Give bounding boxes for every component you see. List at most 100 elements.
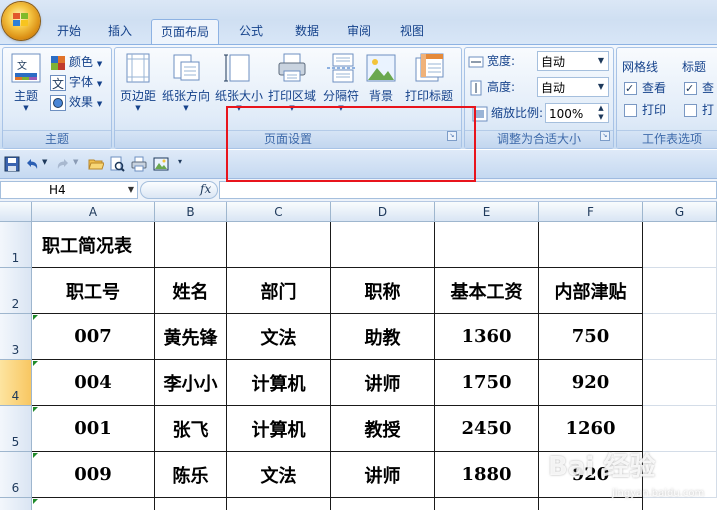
open-folder-icon[interactable] xyxy=(88,156,104,172)
cell-a2[interactable]: 职工号 xyxy=(32,268,155,314)
cell-d6[interactable]: 讲师 xyxy=(331,452,435,498)
headings-print-checkbox[interactable]: 打 xyxy=(684,100,714,120)
cell-b4[interactable]: 李小小 xyxy=(155,360,227,406)
cell-f3[interactable]: 750 xyxy=(539,314,643,360)
gridlines-print-checkbox[interactable]: 打印 xyxy=(624,100,666,120)
column-header-d[interactable]: D xyxy=(331,202,435,222)
row-header-2[interactable]: 2 xyxy=(0,268,32,314)
headings-view-checkbox[interactable]: 查 xyxy=(684,78,714,99)
scale-spinner[interactable]: 100% ▲ ▼ xyxy=(545,103,609,123)
tab-insert[interactable]: 插入 xyxy=(97,19,143,43)
cell-a7[interactable] xyxy=(32,498,155,510)
scale-to-fit-dialog-launcher[interactable]: ↘ xyxy=(600,131,610,141)
tab-data[interactable]: 数据 xyxy=(284,19,330,43)
tab-page-layout[interactable]: 页面布局 xyxy=(151,19,219,45)
cell-e2[interactable]: 基本工资 xyxy=(435,268,539,314)
cell-g1[interactable] xyxy=(643,222,717,268)
error-indicator-icon[interactable] xyxy=(33,315,38,320)
colors-button[interactable]: 颜色 ▼ xyxy=(50,52,102,72)
orientation-button[interactable]: 纸张方向 ▼ xyxy=(161,50,211,120)
row-header-7[interactable] xyxy=(0,498,32,510)
cell-a4[interactable]: 004 xyxy=(32,360,155,406)
cell-c1[interactable] xyxy=(227,222,331,268)
fonts-button[interactable]: 文 字体 ▼ xyxy=(50,72,102,92)
undo-icon[interactable] xyxy=(24,156,40,172)
tab-review[interactable]: 审阅 xyxy=(336,19,382,43)
cell-d1[interactable] xyxy=(331,222,435,268)
customize-toolbar-icon[interactable]: ▾ xyxy=(178,157,182,166)
cell-e5[interactable]: 2450 xyxy=(435,406,539,452)
row-header-6[interactable]: 6 xyxy=(0,452,32,498)
cell-g4[interactable] xyxy=(643,360,717,406)
column-header-f[interactable]: F xyxy=(539,202,643,222)
redo-icon[interactable] xyxy=(55,156,71,172)
undo-dropdown-icon[interactable]: ▼ xyxy=(42,158,47,166)
cell-a6[interactable]: 009 xyxy=(32,452,155,498)
select-all-corner[interactable] xyxy=(0,202,32,222)
cell-c2[interactable]: 部门 xyxy=(227,268,331,314)
cell-b3[interactable]: 黄先锋 xyxy=(155,314,227,360)
cell-d5[interactable]: 教授 xyxy=(331,406,435,452)
margins-button[interactable]: 页边距 ▼ xyxy=(117,50,159,120)
cell-d4[interactable]: 讲师 xyxy=(331,360,435,406)
themes-button[interactable]: 文 主题 ▼ xyxy=(6,50,46,120)
print-preview-icon[interactable] xyxy=(109,156,125,172)
row-header-3[interactable]: 3 xyxy=(0,314,32,360)
cell-f4[interactable]: 920 xyxy=(539,360,643,406)
column-header-g[interactable]: G xyxy=(643,202,717,222)
tab-view[interactable]: 视图 xyxy=(389,19,435,43)
formula-input[interactable] xyxy=(219,181,717,199)
cell-d7[interactable] xyxy=(331,498,435,510)
save-icon[interactable] xyxy=(4,156,20,172)
row-header-1[interactable]: 1 xyxy=(0,222,32,268)
spinner-arrows-icon[interactable]: ▲ ▼ xyxy=(594,104,608,122)
row-header-5[interactable]: 5 xyxy=(0,406,32,452)
cell-f2[interactable]: 内部津贴 xyxy=(539,268,643,314)
column-header-b[interactable]: B xyxy=(155,202,227,222)
cell-c6[interactable]: 文法 xyxy=(227,452,331,498)
cell-f7[interactable] xyxy=(539,498,643,510)
tab-home[interactable]: 开始 xyxy=(47,19,91,43)
cell-b7[interactable] xyxy=(155,498,227,510)
cell-e6[interactable]: 1880 xyxy=(435,452,539,498)
error-indicator-icon[interactable] xyxy=(33,361,38,366)
width-select[interactable]: 自动 ▼ xyxy=(537,51,609,71)
cell-b5[interactable]: 张飞 xyxy=(155,406,227,452)
cell-g3[interactable] xyxy=(643,314,717,360)
height-select[interactable]: 自动 ▼ xyxy=(537,77,609,97)
cell-b6[interactable]: 陈乐 xyxy=(155,452,227,498)
cell-c5[interactable]: 计算机 xyxy=(227,406,331,452)
name-box[interactable]: H4 ▼ xyxy=(0,181,138,199)
column-header-e[interactable]: E xyxy=(435,202,539,222)
error-indicator-icon[interactable] xyxy=(33,499,38,504)
cell-b2[interactable]: 姓名 xyxy=(155,268,227,314)
insert-function-button[interactable]: fx xyxy=(200,182,211,196)
column-header-c[interactable]: C xyxy=(227,202,331,222)
insert-picture-icon[interactable] xyxy=(153,156,169,172)
tab-formulas[interactable]: 公式 xyxy=(227,19,275,43)
gridlines-heading: 网格线 xyxy=(622,60,659,74)
cell-b1[interactable] xyxy=(155,222,227,268)
cell-a1[interactable]: 职工简况表 xyxy=(32,222,155,268)
cell-c4[interactable]: 计算机 xyxy=(227,360,331,406)
error-indicator-icon[interactable] xyxy=(33,407,38,412)
column-header-a[interactable]: A xyxy=(32,202,155,222)
cell-e4[interactable]: 1750 xyxy=(435,360,539,406)
cell-e3[interactable]: 1360 xyxy=(435,314,539,360)
effects-button[interactable]: 效果 ▼ xyxy=(50,92,102,112)
cell-d2[interactable]: 职称 xyxy=(331,268,435,314)
cell-c7[interactable] xyxy=(227,498,331,510)
row-header-4[interactable]: 4 xyxy=(0,360,32,406)
cell-g2[interactable] xyxy=(643,268,717,314)
cell-f1[interactable] xyxy=(539,222,643,268)
print-icon[interactable] xyxy=(131,156,147,172)
cell-a3[interactable]: 007 xyxy=(32,314,155,360)
cell-d3[interactable]: 助教 xyxy=(331,314,435,360)
gridlines-view-checkbox[interactable]: 查看 xyxy=(624,78,666,99)
cell-e7[interactable] xyxy=(435,498,539,510)
cell-e1[interactable] xyxy=(435,222,539,268)
redo-dropdown-icon[interactable]: ▼ xyxy=(73,158,78,166)
error-indicator-icon[interactable] xyxy=(33,453,38,458)
cell-c3[interactable]: 文法 xyxy=(227,314,331,360)
cell-a5[interactable]: 001 xyxy=(32,406,155,452)
